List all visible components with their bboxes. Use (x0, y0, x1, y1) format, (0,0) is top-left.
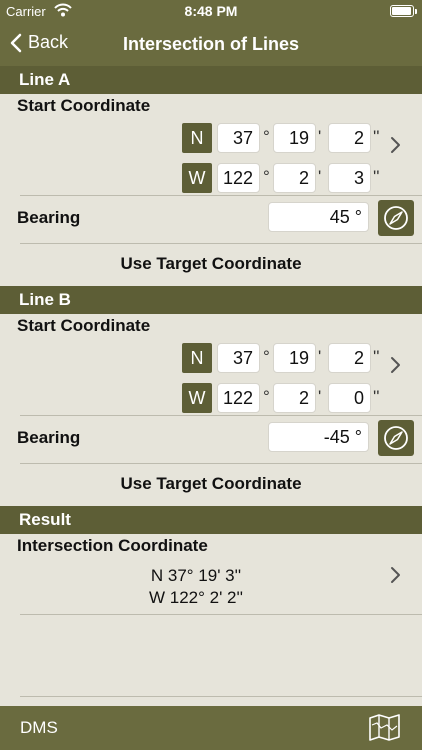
second-symbol: '' (373, 167, 380, 186)
map-icon[interactable] (368, 713, 402, 741)
line-b-bearing-field[interactable]: -45 ° (268, 422, 369, 452)
divider (20, 195, 422, 196)
line-b-lat-seconds-field[interactable]: 2 (328, 343, 371, 373)
divider (20, 614, 422, 615)
line-b-bearing-label: Bearing (17, 428, 81, 447)
line-a-lon-direction-button[interactable]: W (182, 163, 212, 193)
divider (20, 696, 422, 697)
navigation-bar: Back Intersection of Lines (0, 22, 422, 66)
line-b-lat-minutes-field[interactable]: 19 (273, 343, 316, 373)
compass-icon (384, 426, 408, 450)
minute-symbol: ' (318, 347, 322, 366)
divider (20, 243, 422, 244)
line-b-compass-button[interactable] (378, 420, 414, 456)
divider (20, 463, 422, 464)
minute-symbol: ' (318, 387, 322, 406)
minute-symbol: ' (318, 167, 322, 186)
status-bar: Carrier 8:48 PM (0, 0, 422, 22)
page-title: Intersection of Lines (122, 34, 300, 54)
line-a-start-label: Start Coordinate (17, 96, 151, 115)
result-longitude: W 122° 2' 2'' (148, 588, 244, 607)
line-a-bearing-label: Bearing (17, 208, 81, 227)
degree-symbol: ° (263, 387, 270, 406)
battery-icon (390, 5, 417, 17)
degree-symbol: ° (263, 167, 270, 186)
status-time: 8:48 PM (184, 3, 238, 19)
line-a-header: Line A (0, 66, 422, 94)
line-b-lat-direction-button[interactable]: N (182, 343, 212, 373)
line-b-lat-degrees-field[interactable]: 37 (217, 343, 260, 373)
line-a-lat-direction-button[interactable]: N (182, 123, 212, 153)
line-a-lat-degrees-field[interactable]: 37 (217, 123, 260, 153)
compass-icon (384, 206, 408, 230)
degree-symbol: ° (263, 127, 270, 146)
result-header: Result (0, 506, 422, 534)
line-a-lat-seconds-field[interactable]: 2 (328, 123, 371, 153)
divider (20, 415, 422, 416)
line-a-lon-seconds-field[interactable]: 3 (328, 163, 371, 193)
bottom-toolbar: DMS (0, 706, 422, 750)
format-dms-button[interactable]: DMS (20, 718, 58, 738)
line-b-header: Line B (0, 286, 422, 314)
line-a-lat-minutes-field[interactable]: 19 (273, 123, 316, 153)
second-symbol: '' (373, 387, 380, 406)
result-latitude: N 37° 19' 3'' (150, 566, 242, 585)
line-a-lon-degrees-field[interactable]: 122 (217, 163, 260, 193)
line-a-bearing-field[interactable]: 45 ° (268, 202, 369, 232)
line-b-coordinate-chevron-right-icon[interactable] (390, 356, 402, 374)
line-b-use-target-button[interactable]: Use Target Coordinate (0, 474, 422, 494)
line-b-lon-direction-button[interactable]: W (182, 383, 212, 413)
result-chevron-right-icon[interactable] (390, 566, 402, 584)
line-b-start-label: Start Coordinate (17, 316, 151, 335)
line-a-compass-button[interactable] (378, 200, 414, 236)
line-b-lon-minutes-field[interactable]: 2 (273, 383, 316, 413)
line-a-lon-minutes-field[interactable]: 2 (273, 163, 316, 193)
second-symbol: '' (373, 127, 380, 146)
line-a-use-target-button[interactable]: Use Target Coordinate (0, 254, 422, 274)
second-symbol: '' (373, 347, 380, 366)
line-a-coordinate-chevron-right-icon[interactable] (390, 136, 402, 154)
line-b-lon-degrees-field[interactable]: 122 (217, 383, 260, 413)
intersection-coordinate-label: Intersection Coordinate (17, 536, 208, 555)
minute-symbol: ' (318, 127, 322, 146)
degree-symbol: ° (263, 347, 270, 366)
line-b-lon-seconds-field[interactable]: 0 (328, 383, 371, 413)
